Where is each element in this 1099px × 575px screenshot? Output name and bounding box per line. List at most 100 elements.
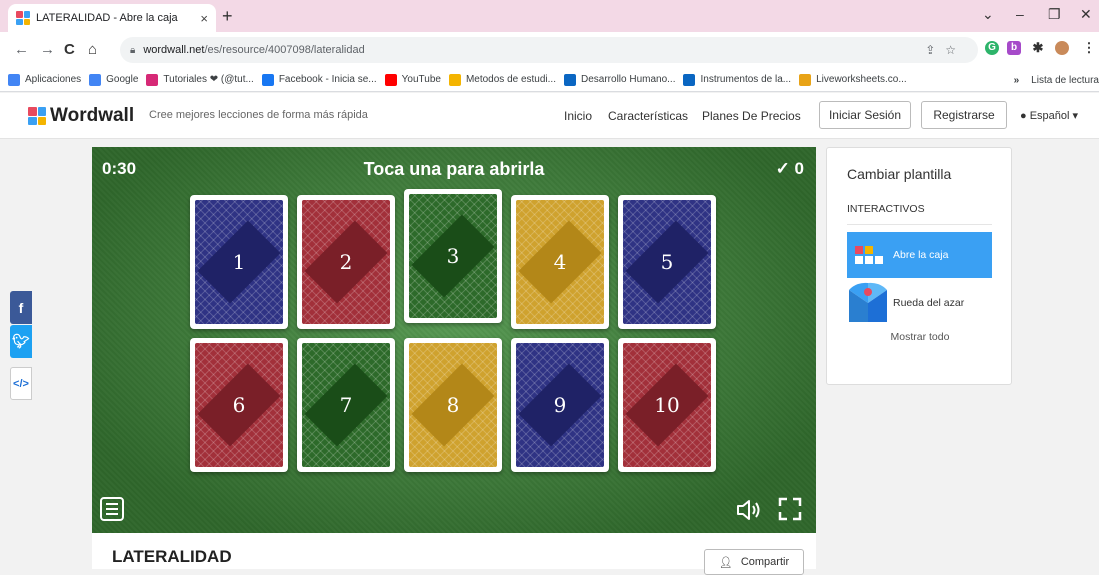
card-number: 8	[446, 393, 460, 417]
address-bar-row: ← → C ⌂ 🔒︎ wordwall.net/es/resource/4007…	[0, 32, 1099, 68]
bookmark-item[interactable]: Instrumentos de la...	[683, 73, 792, 86]
card-3[interactable]: 3	[404, 189, 502, 323]
card-2[interactable]: 2	[297, 195, 395, 329]
card-face: 2	[302, 200, 390, 324]
card-face: 1	[195, 200, 283, 324]
share-button[interactable]: 👤︎ Compartir	[704, 549, 804, 575]
game-prompt: Toca una para abrirla	[363, 159, 545, 179]
share-label: Compartir	[740, 556, 790, 568]
bookmarks-right: » Lista de lectura	[1007, 68, 1099, 91]
window-close-icon[interactable]: ✕	[1080, 6, 1092, 23]
register-button[interactable]: Registrarse	[921, 101, 1007, 129]
score-counter: ✓ 0	[775, 159, 804, 178]
game-menu-button[interactable]	[100, 497, 124, 521]
tab-title: LATERALIDAD - Abre la caja	[36, 12, 178, 24]
wordwall-logo[interactable]: Wordwall	[28, 105, 134, 127]
bookmark-label: Metodos de estudi...	[465, 74, 556, 85]
bookmark-item[interactable]: Facebook - Inicia se...	[261, 73, 377, 86]
browser-tab-strip: LATERALIDAD - Abre la caja × + ⌄ – ❐ ✕	[0, 0, 1099, 32]
facebook-share-icon[interactable]: f	[10, 291, 32, 324]
nav-planes[interactable]: Planes De Precios	[702, 109, 801, 123]
tab-close-icon[interactable]: ×	[200, 11, 208, 26]
card-7[interactable]: 7	[297, 338, 395, 472]
card-8[interactable]: 8	[404, 338, 502, 472]
template-abre-la-caja[interactable]: Abre la caja	[847, 232, 992, 278]
card-number: 6	[232, 393, 246, 417]
panel-title: Cambiar plantilla	[847, 166, 952, 182]
instagram-icon	[146, 73, 159, 86]
bookmark-label: Google	[106, 74, 139, 85]
browser-tab[interactable]: LATERALIDAD - Abre la caja ×	[8, 4, 216, 32]
card-face: 7	[302, 343, 390, 467]
card-6[interactable]: 6	[190, 338, 288, 472]
nav-caracteristicas[interactable]: Características	[608, 109, 688, 123]
card-number: 10	[654, 393, 680, 417]
card-number: 2	[339, 250, 353, 274]
panel-section-label: INTERACTIVOS	[847, 203, 925, 215]
embed-code-icon[interactable]: </>	[10, 367, 32, 400]
card-number: 9	[553, 393, 567, 417]
card-10[interactable]: 10	[618, 338, 716, 472]
bookmark-item[interactable]: Metodos de estudi...	[448, 73, 556, 86]
lock-icon: 🔒︎	[130, 44, 136, 56]
reload-icon[interactable]: C	[64, 41, 75, 58]
language-select[interactable]: ● Español ▾	[1020, 109, 1078, 122]
bookmarks-overflow-button[interactable]: »	[1014, 75, 1020, 86]
card-face: 8	[409, 343, 497, 467]
restore-icon[interactable]: ❐	[1048, 6, 1061, 23]
back-icon[interactable]: ←	[14, 41, 29, 58]
globe-icon: ●	[1020, 110, 1027, 122]
extension-b-icon[interactable]: b	[1007, 41, 1021, 55]
bookmark-label: Instrumentos de la...	[700, 74, 792, 85]
browser-menu-icon[interactable]: ⋮	[1082, 41, 1096, 55]
share-bookmark-icons[interactable]: ⇪☆	[925, 43, 966, 57]
language-label: Español ▾	[1029, 110, 1079, 122]
tab-search-icon[interactable]: ⌄	[982, 6, 994, 23]
card-number: 7	[339, 393, 353, 417]
minimize-icon[interactable]: –	[1016, 6, 1024, 22]
forward-icon[interactable]: →	[40, 41, 55, 58]
bookmark-label: Liveworksheets.co...	[816, 74, 907, 85]
template-rueda-del-azar[interactable]: Rueda del azar	[847, 280, 992, 326]
nav-inicio[interactable]: Inicio	[564, 109, 592, 123]
bookmark-item[interactable]: Aplicaciones	[8, 73, 81, 86]
fullscreen-icon[interactable]	[778, 497, 802, 521]
url-host: wordwall.net	[143, 44, 205, 56]
url-input[interactable]: 🔒︎ wordwall.net/es/resource/4007098/late…	[120, 37, 978, 63]
logo-text: Wordwall	[50, 105, 135, 126]
site-header: Wordwall Cree mejores lecciones de forma…	[0, 93, 1099, 139]
activity-title: LATERALIDAD	[112, 547, 232, 566]
card-number: 4	[553, 250, 567, 274]
facebook-icon	[261, 73, 274, 86]
sound-icon[interactable]	[736, 499, 762, 521]
card-9[interactable]: 9	[511, 338, 609, 472]
card-grid: 1 2 3 4 5 6 7 8 9 10	[190, 189, 716, 472]
bookmark-item[interactable]: Desarrollo Humano...	[564, 73, 675, 86]
grammarly-extension-icon[interactable]: G	[985, 41, 999, 55]
twitter-share-icon[interactable]: 🐦︎	[10, 325, 32, 358]
panel-divider	[847, 224, 992, 225]
card-4[interactable]: 4	[511, 195, 609, 329]
template-label: Rueda del azar	[893, 297, 965, 309]
bookmark-item[interactable]: Liveworksheets.co...	[799, 73, 907, 86]
bookmark-label: Facebook - Inicia se...	[278, 74, 377, 85]
home-icon[interactable]: ⌂	[88, 41, 97, 58]
new-tab-button[interactable]: +	[222, 6, 233, 27]
login-button[interactable]: Iniciar Sesión	[819, 101, 911, 129]
person-icon: 👤︎	[718, 556, 733, 569]
card-number: 5	[660, 250, 674, 274]
card-1[interactable]: 1	[190, 195, 288, 329]
card-5[interactable]: 5	[618, 195, 716, 329]
bookmark-item[interactable]: Google	[89, 73, 139, 86]
extensions-puzzle-icon[interactable]: ✱	[1031, 41, 1045, 55]
boxes-icon	[847, 234, 889, 276]
linkedin-icon	[564, 73, 576, 86]
google-icon	[89, 73, 102, 86]
wordwall-favicon-icon	[16, 11, 30, 25]
profile-avatar-icon[interactable]	[1055, 41, 1069, 55]
reading-list-button[interactable]: Lista de lectura	[1031, 75, 1099, 86]
bookmark-item[interactable]: YouTube	[384, 73, 441, 86]
show-all-link[interactable]: Mostrar todo	[827, 331, 1013, 343]
bookmark-item[interactable]: Tutoriales ❤ (@tut...	[146, 73, 254, 86]
activity-info: LATERALIDAD 👤︎ Compartir	[92, 533, 816, 575]
